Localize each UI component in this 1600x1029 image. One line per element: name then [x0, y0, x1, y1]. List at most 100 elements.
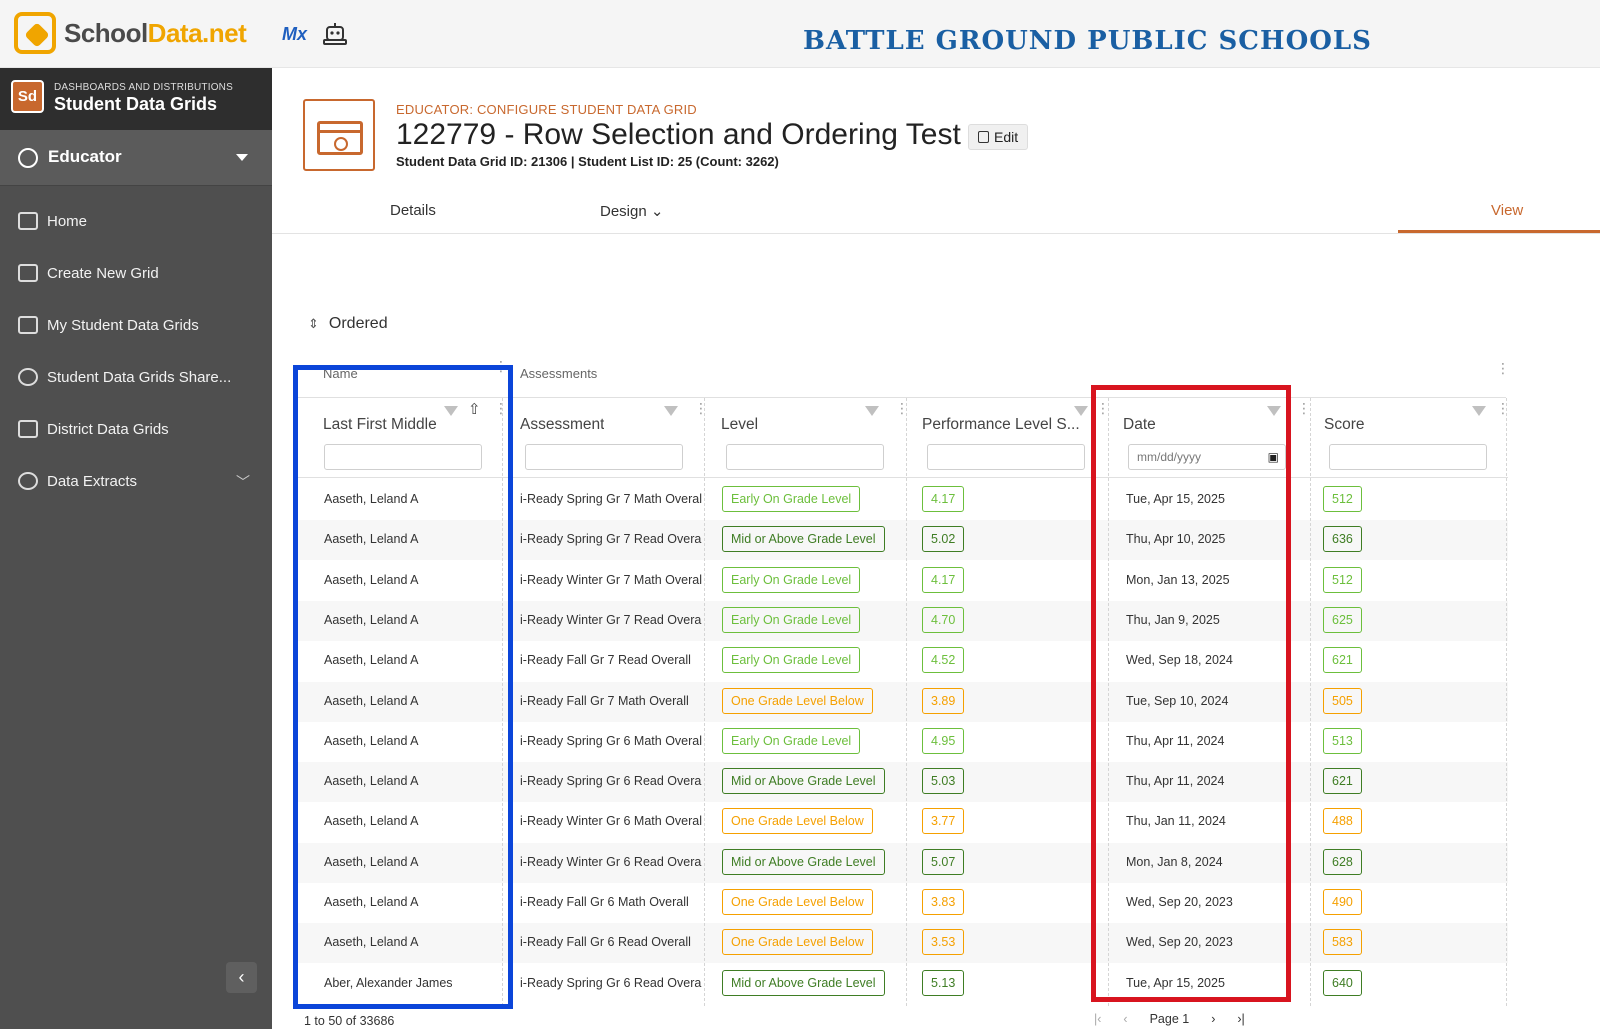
level-badge: Early On Grade Level	[722, 647, 861, 674]
level-badge: One Grade Level Below	[722, 808, 873, 835]
score-badge: 512	[1323, 566, 1362, 593]
logo-text: SchoolData.net	[64, 17, 247, 48]
robot-icon[interactable]	[322, 20, 348, 46]
last-page-icon[interactable]: ›|	[1237, 1012, 1244, 1026]
column-menu-icon[interactable]: ⋮	[895, 401, 909, 415]
score-badge: 583	[1323, 929, 1362, 956]
apple-icon	[18, 148, 38, 168]
cell-assessment: i-Ready Spring Gr 7 Math Overall	[520, 492, 702, 506]
sidebar-item-label: Home	[47, 213, 88, 230]
cell-assessment: i-Ready Fall Gr 6 Read Overall	[520, 935, 691, 950]
column-header-score[interactable]: Score ⋮	[1310, 398, 1510, 438]
app-title: Student Data Grids	[54, 94, 218, 114]
first-page-icon[interactable]: |‹	[1094, 1012, 1101, 1026]
column-menu-icon[interactable]: ⋮	[1496, 401, 1510, 415]
performance-badge: 3.89	[922, 687, 965, 714]
next-page-icon[interactable]: ›	[1211, 1012, 1215, 1026]
cell-assessment: i-Ready Winter Gr 6 Read Overall	[520, 854, 702, 869]
sidebar-item-district-grids[interactable]: District Data Grids	[0, 408, 272, 452]
level-badge: Mid or Above Grade Level	[722, 526, 885, 553]
score-badge: 625	[1323, 606, 1362, 633]
assessment-filter-input[interactable]	[525, 444, 683, 470]
edit-button[interactable]: Edit	[968, 124, 1029, 150]
cell-assessment: i-Ready Spring Gr 6 Read Overall	[520, 975, 702, 990]
level-badge: One Grade Level Below	[722, 687, 873, 714]
column-menu-icon[interactable]: ⋮	[1297, 401, 1311, 415]
sidebar-item-data-extracts[interactable]: Data Extracts ﹀	[0, 460, 272, 504]
level-badge: Early On Grade Level	[722, 486, 861, 512]
sidebar-item-create-new-grid[interactable]: Create New Grid	[0, 252, 272, 296]
score-badge: 488	[1323, 808, 1362, 835]
column-separator	[704, 398, 705, 1006]
level-badge: Mid or Above Grade Level	[722, 768, 885, 795]
sidebar-item-label: District Data Grids	[47, 421, 169, 438]
sidebar-item-shared-grids[interactable]: Student Data Grids Share...	[0, 356, 272, 400]
page-title: 122779 - Row Selection and Ordering Test	[396, 118, 961, 151]
performance-filter-input[interactable]	[927, 444, 1085, 470]
filter-icon[interactable]	[1074, 406, 1088, 416]
caret-down-icon	[236, 154, 248, 161]
column-header-level[interactable]: Level ⋮	[707, 398, 909, 438]
column-header-performance-level[interactable]: Performance Level S... ⋮	[908, 398, 1110, 438]
save-icon	[978, 131, 989, 143]
level-filter-input[interactable]	[726, 444, 884, 470]
cell-assessment: i-Ready Spring Gr 7 Read Overall	[520, 532, 702, 547]
sidebar-item-home[interactable]: Home	[0, 200, 272, 244]
score-badge: 512	[1323, 486, 1362, 512]
app-badge: Sd	[11, 80, 44, 113]
sidebar-item-my-grids[interactable]: My Student Data Grids	[0, 304, 272, 348]
level-badge: Mid or Above Grade Level	[722, 848, 885, 875]
group-label: Assessments	[520, 366, 598, 381]
performance-badge: 5.02	[922, 526, 965, 553]
performance-badge: 3.53	[922, 929, 965, 956]
score-badge: 628	[1323, 848, 1362, 875]
filter-icon[interactable]	[865, 406, 879, 416]
performance-badge: 3.83	[922, 889, 965, 915]
role-selector[interactable]: Educator	[0, 130, 272, 186]
tab-details[interactable]: Details	[390, 202, 436, 219]
performance-badge: 4.17	[922, 486, 965, 512]
column-header-assessment[interactable]: Assessment ⋮	[506, 398, 708, 438]
performance-badge: 5.03	[922, 768, 965, 795]
previous-page-icon[interactable]: ‹	[1123, 1012, 1127, 1026]
score-badge: 505	[1323, 687, 1362, 714]
mx-link[interactable]: Mx	[282, 24, 307, 45]
sidebar-item-label: My Student Data Grids	[47, 317, 199, 334]
tab-view[interactable]: View	[1491, 202, 1523, 219]
score-filter-input[interactable]	[1329, 444, 1487, 470]
app-subtitle: DASHBOARDS AND DISTRIBUTIONS	[54, 82, 233, 93]
level-badge: One Grade Level Below	[722, 929, 873, 956]
tab-bar: Details Design ⌄ View	[272, 188, 1600, 234]
level-badge: One Grade Level Below	[722, 889, 873, 915]
chevron-down-icon: ﹀	[236, 474, 250, 490]
performance-badge: 4.70	[922, 606, 965, 633]
sidebar: Sd DASHBOARDS AND DISTRIBUTIONS Student …	[0, 68, 272, 1029]
score-badge: 640	[1323, 969, 1362, 996]
cell-assessment: i-Ready Fall Gr 7 Math Overall	[520, 693, 689, 708]
column-separator	[1506, 398, 1507, 1006]
level-badge: Mid or Above Grade Level	[722, 969, 885, 996]
column-menu-icon[interactable]: ⋮	[694, 401, 708, 415]
ordered-toggle[interactable]: ⇕ Ordered	[308, 315, 388, 333]
tab-design[interactable]: Design ⌄	[600, 202, 663, 220]
filter-icon[interactable]	[1472, 406, 1486, 416]
active-tab-indicator	[1398, 230, 1600, 233]
grid-icon	[18, 316, 38, 334]
filter-icon[interactable]	[664, 406, 678, 416]
score-badge: 621	[1323, 768, 1362, 795]
column-title: Performance Level S...	[922, 416, 1080, 433]
grid-config-icon	[303, 99, 375, 171]
performance-badge: 4.52	[922, 647, 965, 674]
performance-badge: 5.13	[922, 969, 965, 996]
page-indicator: Page 1	[1149, 1012, 1190, 1026]
level-badge: Early On Grade Level	[722, 566, 861, 593]
level-badge: Early On Grade Level	[722, 606, 861, 633]
district-logo: BATTLE GROUND PUBLIC SCHOOLS	[803, 26, 1372, 56]
column-menu-icon[interactable]: ⋮	[1496, 361, 1510, 375]
cell-assessment: i-Ready Spring Gr 6 Read Overall	[520, 774, 702, 789]
sidebar-header: Sd DASHBOARDS AND DISTRIBUTIONS Student …	[0, 68, 272, 130]
schooldata-logo[interactable]: SchoolData.net	[14, 12, 247, 54]
collapse-sidebar-button[interactable]: ‹	[226, 962, 257, 993]
cell-assessment: i-Ready Winter Gr 7 Math Overall	[520, 572, 702, 587]
score-badge: 621	[1323, 647, 1362, 674]
